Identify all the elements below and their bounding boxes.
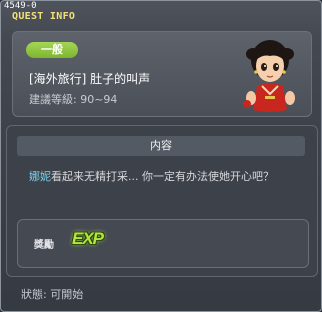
window-title: QUEST INFO [12, 11, 76, 22]
quest-description-text: 看起来无精打采... 你一定有办法使她开心吧？ [51, 170, 274, 183]
quest-header-panel: 一般 [海外旅行] 肚子的叫声 建議等級: 90~94 [12, 31, 312, 117]
quest-description: 娜妮看起来无精打采... 你一定有办法使她开心吧？ [29, 168, 309, 185]
quest-status: 狀態: 可開始 [21, 288, 84, 301]
quest-info-window: 4549-0 QUEST INFO 一般 [海外旅行] 肚子的叫声 建議等級: … [0, 0, 322, 312]
window-id: 4549-0 [4, 1, 37, 11]
quest-name: [海外旅行] 肚子的叫声 [29, 72, 151, 86]
npc-portrait [243, 40, 295, 112]
quest-recommended-level: 建議等級: 90~94 [29, 93, 118, 106]
quest-category-badge: 一般 [26, 42, 78, 58]
reward-box: 獎勵 EXP [17, 219, 309, 268]
quest-content-panel: 内容 娜妮看起来无精打采... 你一定有办法使她开心吧？ 獎勵 EXP [6, 125, 318, 277]
reward-label: 獎勵 [34, 240, 54, 251]
exp-icon: EXP [72, 229, 104, 248]
content-heading: 内容 [17, 136, 305, 156]
npc-name-link[interactable]: 娜妮 [29, 170, 51, 183]
